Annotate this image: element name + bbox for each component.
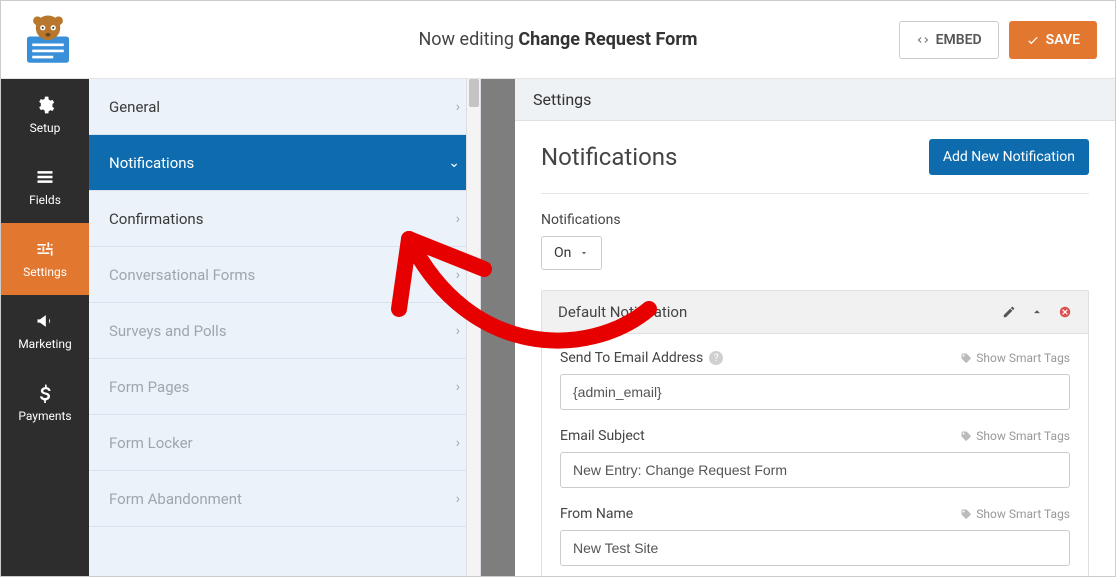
embed-button[interactable]: EMBED bbox=[899, 21, 999, 59]
tag-icon bbox=[960, 508, 972, 520]
nav-settings-label: Settings bbox=[23, 265, 67, 279]
bullhorn-icon bbox=[35, 311, 55, 331]
sidebar-item-label: Form Abandonment bbox=[109, 490, 242, 508]
help-icon[interactable]: ? bbox=[709, 351, 723, 365]
send-to-label: Send To Email Address bbox=[560, 350, 703, 366]
left-nav: Setup Fields Settings Marketing Payments bbox=[1, 79, 89, 576]
breadcrumb: Settings bbox=[515, 79, 1115, 121]
close-icon[interactable] bbox=[1058, 305, 1072, 319]
notification-panel: Default Notification Send To Email Addre… bbox=[541, 290, 1089, 576]
sidebar-item-label: Surveys and Polls bbox=[109, 322, 227, 340]
breadcrumb-label: Settings bbox=[533, 90, 591, 109]
nav-setup-label: Setup bbox=[30, 121, 61, 135]
subject-label: Email Subject bbox=[560, 428, 645, 444]
chevron-down-icon: ⌄ bbox=[448, 155, 460, 171]
chevron-right-icon: › bbox=[456, 99, 460, 115]
show-smart-tags-link[interactable]: Show Smart Tags bbox=[960, 429, 1070, 443]
scrollbar[interactable] bbox=[466, 79, 480, 576]
form-name: Change Request Form bbox=[518, 29, 697, 50]
chevron-right-icon: › bbox=[456, 267, 460, 283]
notifications-toggle-label: Notifications bbox=[541, 212, 1089, 228]
panel-title: Default Notification bbox=[558, 303, 687, 321]
sidebar-item-general[interactable]: General › bbox=[89, 79, 480, 135]
chevron-right-icon: › bbox=[456, 211, 460, 227]
send-to-input[interactable] bbox=[560, 374, 1070, 410]
nav-settings[interactable]: Settings bbox=[1, 223, 89, 295]
tag-icon bbox=[960, 430, 972, 442]
sidebar-item-form-pages[interactable]: Form Pages › bbox=[89, 359, 480, 415]
sidebar-item-label: Notifications bbox=[109, 154, 194, 172]
nav-fields[interactable]: Fields bbox=[1, 151, 89, 223]
embed-label: EMBED bbox=[936, 32, 982, 48]
chevron-up-icon[interactable] bbox=[1030, 305, 1044, 319]
sidebar-item-form-locker[interactable]: Form Locker › bbox=[89, 415, 480, 471]
tag-icon bbox=[960, 352, 972, 364]
divider-column bbox=[481, 79, 515, 576]
wpforms-logo bbox=[19, 11, 77, 69]
chevron-right-icon: › bbox=[456, 435, 460, 451]
chevron-down-icon bbox=[579, 248, 589, 258]
page-heading: Notifications bbox=[541, 143, 677, 171]
chevron-right-icon: › bbox=[456, 323, 460, 339]
pencil-icon[interactable] bbox=[1002, 305, 1016, 319]
smart-tags-label: Show Smart Tags bbox=[976, 351, 1070, 365]
nav-fields-label: Fields bbox=[29, 193, 61, 207]
sidebar-item-label: Conversational Forms bbox=[109, 266, 255, 284]
sidebar-item-conversational-forms[interactable]: Conversational Forms › bbox=[89, 247, 480, 303]
sidebar-item-label: General bbox=[109, 98, 160, 116]
chevron-right-icon: › bbox=[456, 491, 460, 507]
subject-input[interactable] bbox=[560, 452, 1070, 488]
nav-payments-label: Payments bbox=[18, 409, 71, 423]
from-name-input[interactable] bbox=[560, 530, 1070, 566]
sidebar-item-label: Form Locker bbox=[109, 434, 193, 452]
sliders-icon bbox=[35, 239, 55, 259]
sidebar-item-label: Form Pages bbox=[109, 378, 189, 396]
notifications-toggle[interactable]: On bbox=[541, 236, 602, 270]
nav-marketing-label: Marketing bbox=[18, 337, 72, 351]
nav-payments[interactable]: Payments bbox=[1, 367, 89, 439]
gear-icon bbox=[35, 95, 55, 115]
scrollbar-thumb[interactable] bbox=[469, 79, 479, 107]
sidebar-item-surveys-polls[interactable]: Surveys and Polls › bbox=[89, 303, 480, 359]
chevron-right-icon: › bbox=[456, 379, 460, 395]
code-icon bbox=[916, 33, 930, 47]
show-smart-tags-link[interactable]: Show Smart Tags bbox=[960, 351, 1070, 365]
list-icon bbox=[35, 167, 55, 187]
nav-setup[interactable]: Setup bbox=[1, 79, 89, 151]
add-new-notification-button[interactable]: Add New Notification bbox=[929, 139, 1089, 175]
sidebar-item-form-abandonment[interactable]: Form Abandonment › bbox=[89, 471, 480, 527]
check-icon bbox=[1026, 33, 1040, 47]
nav-marketing[interactable]: Marketing bbox=[1, 295, 89, 367]
settings-sidebar: General › Notifications ⌄ Confirmations … bbox=[89, 79, 481, 576]
dollar-icon bbox=[35, 383, 55, 403]
sidebar-item-label: Confirmations bbox=[109, 210, 203, 228]
smart-tags-label: Show Smart Tags bbox=[976, 507, 1070, 521]
sidebar-item-notifications[interactable]: Notifications ⌄ bbox=[89, 135, 480, 191]
save-button[interactable]: SAVE bbox=[1009, 21, 1097, 59]
sidebar-item-confirmations[interactable]: Confirmations › bbox=[89, 191, 480, 247]
from-name-label: From Name bbox=[560, 506, 633, 522]
save-label: SAVE bbox=[1046, 32, 1080, 48]
smart-tags-label: Show Smart Tags bbox=[976, 429, 1070, 443]
now-editing-label: Now editing bbox=[418, 29, 513, 50]
add-new-label: Add New Notification bbox=[943, 149, 1075, 165]
toggle-value: On bbox=[554, 245, 571, 261]
show-smart-tags-link[interactable]: Show Smart Tags bbox=[960, 507, 1070, 521]
